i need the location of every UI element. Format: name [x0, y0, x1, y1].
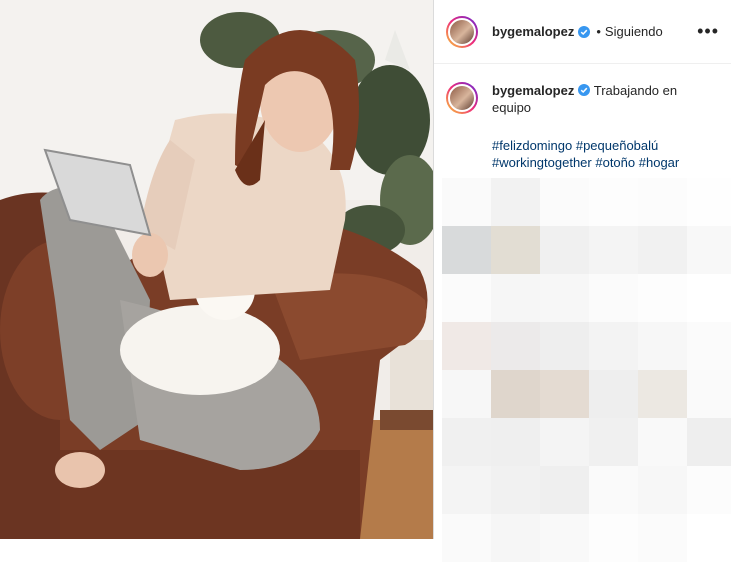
hashtag-link[interactable]: #otoño: [595, 155, 635, 170]
post-header: bygemalopez • Siguiendo •••: [434, 0, 731, 64]
hashtag-link[interactable]: #workingtogether: [492, 155, 592, 170]
avatar-image: [448, 17, 476, 46]
hashtag-link[interactable]: #hogar: [639, 155, 679, 170]
caption: bygemalopez Trabajando en equipo #felizd…: [434, 64, 731, 171]
caption-username[interactable]: bygemalopez: [492, 83, 574, 98]
hashtag-link[interactable]: #pequeñobalú: [576, 138, 658, 153]
header-username[interactable]: bygemalopez: [492, 24, 574, 39]
verified-badge-icon: [578, 84, 591, 96]
verified-badge-icon: [578, 25, 591, 38]
post-photo[interactable]: [0, 0, 433, 539]
hashtag-link[interactable]: #felizdomingo: [492, 138, 572, 153]
post-sidebar: bygemalopez • Siguiendo ••• bygemalopez …: [433, 0, 731, 562]
avatar[interactable]: [446, 15, 478, 48]
more-options-icon[interactable]: •••: [697, 21, 719, 42]
caption-text: bygemalopez Trabajando en equipo #felizd…: [492, 82, 702, 171]
post-photo-illustration: [0, 0, 433, 539]
caption-avatar-image: [448, 84, 476, 112]
caption-avatar[interactable]: [446, 82, 478, 114]
hashtags: #felizdomingo #pequeñobalú #workingtoget…: [492, 137, 702, 171]
pixelated-comments-area: [442, 178, 731, 562]
following-button[interactable]: Siguiendo: [605, 24, 663, 39]
instagram-post: bygemalopez • Siguiendo ••• bygemalopez …: [0, 0, 731, 562]
header-separator: •: [596, 24, 601, 39]
